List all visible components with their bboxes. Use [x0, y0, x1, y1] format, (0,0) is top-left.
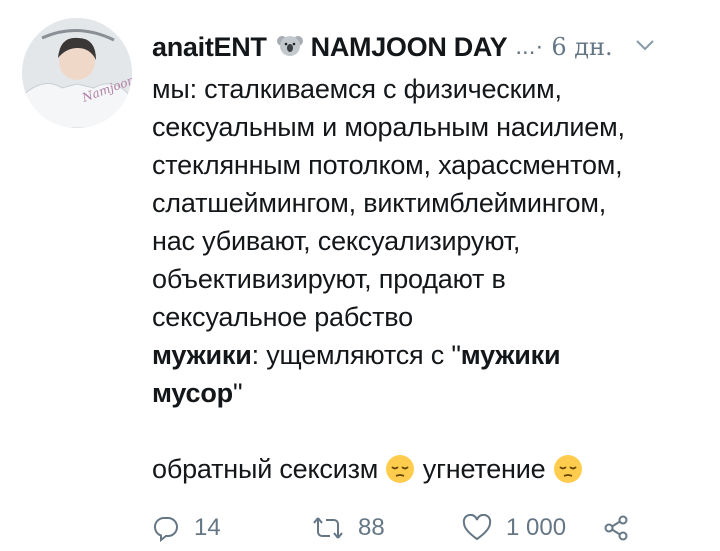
- display-name-suffix: NAMJOON DAY: [310, 31, 508, 62]
- retweet-icon: [313, 517, 343, 539]
- chevron-down-icon[interactable]: [635, 38, 655, 56]
- reply-line: мужики: ущемляются с "мужики: [152, 336, 702, 374]
- tweet-line: стеклянным потолком, харассментом,: [152, 150, 623, 180]
- share-icon: [604, 515, 628, 541]
- like-button[interactable]: 1 000: [462, 514, 602, 542]
- like-icon: [462, 514, 492, 541]
- tweet-line: объективизируют, продают в: [152, 264, 506, 294]
- bold-text: мусор: [152, 378, 233, 408]
- plain-text: угнетение: [422, 454, 546, 484]
- retweet-count: 88: [358, 514, 385, 541]
- koala-emoji-icon: [276, 32, 303, 63]
- tweet-text: мы: сталкиваемся с физическим, сексуальн…: [152, 70, 702, 494]
- tweet-time[interactable]: 6 дн.: [551, 33, 612, 61]
- pensive-emoji-icon: [553, 454, 583, 494]
- plain-text: : ущемляются с ": [251, 340, 461, 370]
- reply-line-cont: мусор": [152, 374, 702, 412]
- tweet-line: слатшеймингом, виктимблеймингом,: [152, 188, 607, 218]
- display-name[interactable]: anaitENT: [152, 32, 267, 63]
- reply-count: 14: [194, 514, 221, 541]
- bold-text: мужики: [152, 340, 252, 370]
- pensive-emoji-icon: [385, 454, 415, 494]
- tweet-line: сексуальным и моральным насилием,: [152, 112, 625, 142]
- reply-icon: [153, 516, 178, 542]
- reply-button[interactable]: 14: [152, 514, 262, 542]
- tweet-line: сексуальное рабство: [152, 302, 413, 332]
- like-count: 1 000: [506, 514, 567, 541]
- tweet-actions: 14 88 1 000: [152, 508, 630, 548]
- plain-text: обратный сексизм: [152, 454, 379, 484]
- final-line: обратный сексизм угнетение: [152, 450, 702, 494]
- share-button[interactable]: [602, 514, 630, 542]
- tweet-line: мы: сталкиваемся с физическим,: [152, 74, 562, 104]
- bold-text: мужики: [460, 340, 561, 370]
- retweet-button[interactable]: 88: [312, 514, 432, 542]
- name-ellipsis: ...·: [515, 33, 544, 60]
- tweet-header: anaitENT NAMJOON DAY ...· 6 дн.: [152, 26, 694, 68]
- tweet-line: нас убивают, сексуализируют,: [152, 226, 521, 256]
- plain-text: ": [232, 378, 243, 408]
- avatar[interactable]: Namjoon Day: [22, 18, 132, 128]
